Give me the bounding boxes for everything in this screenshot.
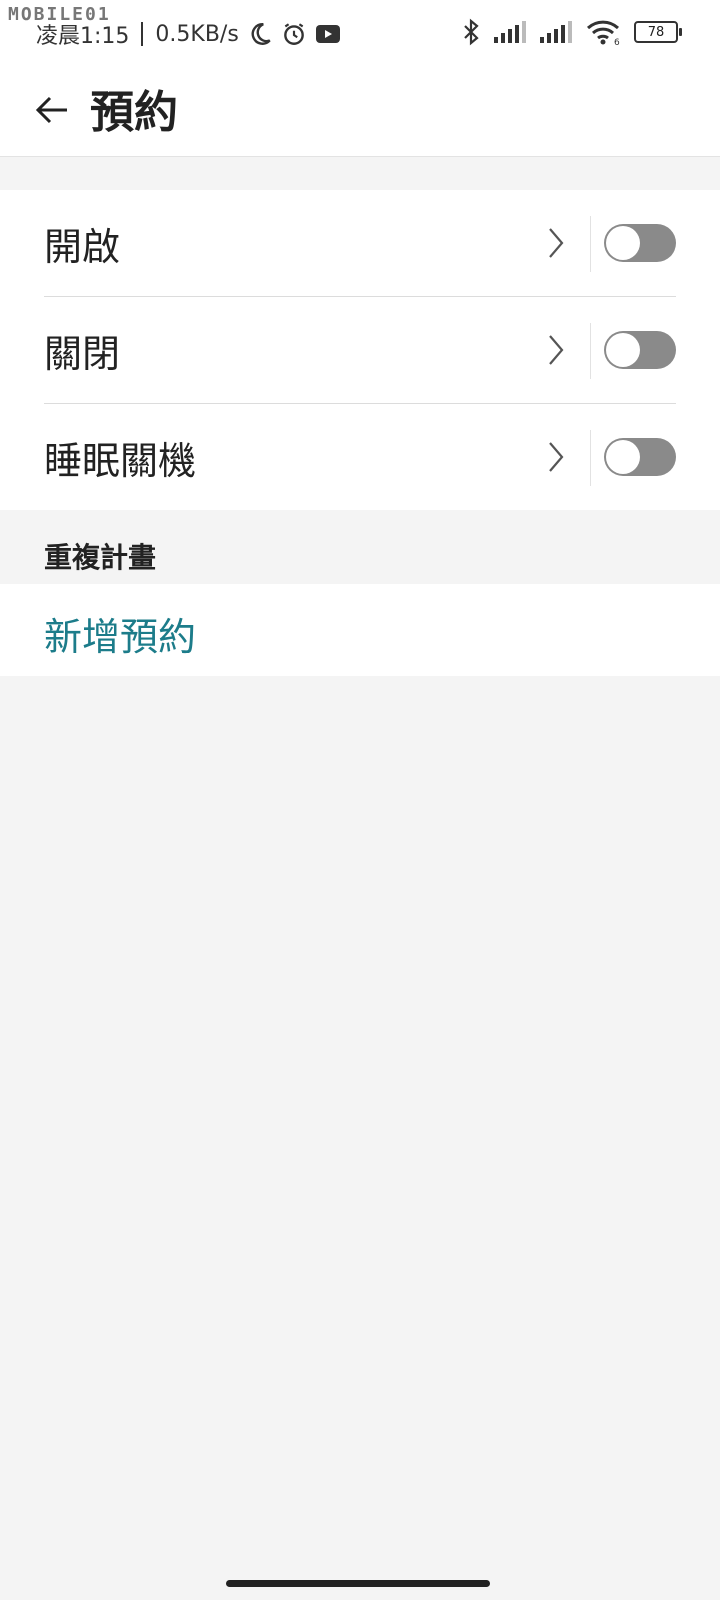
row-label: 關閉 xyxy=(44,332,121,376)
wifi-badge: 6 xyxy=(614,38,620,46)
schedule-row-power-on[interactable]: 開啟 xyxy=(0,190,720,296)
repeat-section-title: 重複計畫 xyxy=(44,541,157,574)
app-header: 預約 xyxy=(0,72,720,157)
chevron-right-icon xyxy=(549,442,564,472)
status-right: 6 78 xyxy=(462,18,682,46)
status-left: 凌晨1:15 0.5KB/s xyxy=(36,18,341,50)
back-button[interactable] xyxy=(28,86,76,134)
status-bar: MOBILE01 凌晨1:15 0.5KB/s 6 78 xyxy=(0,0,720,72)
battery-level: 78 xyxy=(647,24,665,40)
divider xyxy=(590,323,591,379)
bluetooth-icon xyxy=(464,18,479,46)
chevron-right-icon xyxy=(549,335,564,365)
battery-icon: 78 xyxy=(634,21,682,43)
divider xyxy=(590,430,591,486)
status-time: 凌晨1:15 xyxy=(36,24,130,49)
alarm-icon xyxy=(283,23,304,45)
back-arrow-icon xyxy=(35,96,67,124)
wifi-icon: 6 xyxy=(586,20,620,46)
row-label: 睡眠關機 xyxy=(44,439,197,483)
signal-icon xyxy=(494,21,526,43)
home-indicator[interactable] xyxy=(226,1580,490,1587)
page-title: 預約 xyxy=(90,87,178,138)
net-speed: 0.5KB/s xyxy=(155,21,239,47)
divider xyxy=(590,216,591,272)
chevron-right-icon xyxy=(549,228,564,258)
youtube-icon xyxy=(315,25,340,43)
schedule-list: 開啟 關閉 睡眠關機 xyxy=(0,190,720,510)
power-off-toggle[interactable] xyxy=(604,331,676,369)
row-label: 開啟 xyxy=(44,225,121,269)
add-schedule-link[interactable]: 新增預約 xyxy=(44,606,196,661)
moon-icon xyxy=(251,23,271,45)
schedule-row-power-off[interactable]: 關閉 xyxy=(0,297,720,403)
schedule-row-sleep-shutdown[interactable]: 睡眠關機 xyxy=(0,404,720,510)
status-separator xyxy=(141,22,144,46)
power-on-toggle[interactable] xyxy=(604,224,676,262)
signal-icon xyxy=(540,21,572,43)
add-schedule-row[interactable]: 新增預約 xyxy=(0,584,720,676)
sleep-shutdown-toggle[interactable] xyxy=(604,438,676,476)
